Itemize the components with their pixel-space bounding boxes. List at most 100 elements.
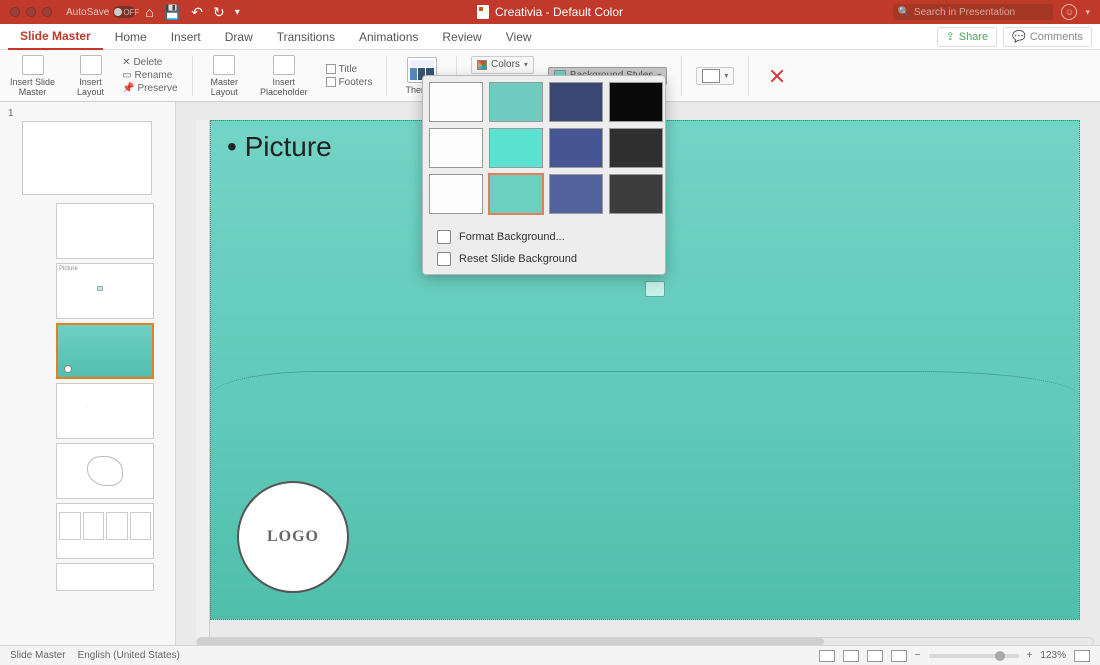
separator: [681, 56, 682, 96]
layout-thumbnail[interactable]: [56, 203, 154, 259]
bg-style-swatch[interactable]: [489, 128, 543, 168]
bg-style-swatch[interactable]: [429, 174, 483, 214]
tab-slide-master[interactable]: Slide Master: [8, 24, 103, 50]
colors-dropdown[interactable]: Colors▾: [471, 56, 534, 74]
reset-background-item[interactable]: Reset Slide Background: [429, 248, 659, 270]
rename-icon: ▭: [122, 70, 131, 81]
delete-button[interactable]: ✕Delete: [122, 57, 177, 68]
tab-transitions[interactable]: Transitions: [265, 24, 347, 50]
delete-icon: ✕: [122, 57, 130, 68]
insert-placeholder-button[interactable]: Insert Placeholder: [256, 53, 312, 99]
layout-thumbnail[interactable]: [56, 563, 154, 591]
colors-icon: [477, 60, 487, 70]
insert-slide-master-button[interactable]: Insert Slide Master: [6, 53, 59, 99]
zoom-window-button[interactable]: [42, 7, 52, 17]
tab-insert[interactable]: Insert: [159, 24, 213, 50]
slideshow-view-button[interactable]: [891, 650, 907, 662]
background-styles-popup: Format Background... Reset Slide Backgro…: [422, 75, 666, 275]
bg-style-swatch[interactable]: [609, 82, 663, 122]
search-input[interactable]: [914, 7, 1050, 18]
vertical-ruler: [196, 120, 210, 646]
normal-view-button[interactable]: [819, 650, 835, 662]
preserve-icon: 📌: [122, 83, 134, 94]
insert-layout-button[interactable]: Insert Layout: [73, 53, 108, 99]
logo-placeholder[interactable]: LOGO: [237, 481, 349, 593]
master-number: 1: [8, 108, 167, 119]
qat-more-icon[interactable]: ▾: [235, 7, 240, 18]
bg-style-swatch[interactable]: [609, 174, 663, 214]
layout-thumbnail-selected[interactable]: [56, 323, 154, 379]
rename-button[interactable]: ▭Rename: [122, 70, 177, 81]
master-layout-button[interactable]: Master Layout: [207, 53, 243, 99]
bg-style-swatch-selected[interactable]: [489, 174, 543, 214]
tab-review[interactable]: Review: [430, 24, 493, 50]
zoom-slider[interactable]: [929, 654, 1019, 658]
bg-style-swatch[interactable]: [489, 82, 543, 122]
separator: [386, 56, 387, 96]
tab-animations[interactable]: Animations: [347, 24, 430, 50]
format-background-item[interactable]: Format Background...: [429, 226, 659, 248]
reading-view-button[interactable]: [867, 650, 883, 662]
layout-thumbnail[interactable]: [56, 443, 154, 499]
image-placeholder-icon[interactable]: [645, 281, 665, 297]
layout-thumbnail[interactable]: [56, 503, 154, 559]
redo-icon[interactable]: ↻: [213, 4, 225, 21]
bg-style-swatch[interactable]: [609, 128, 663, 168]
quick-access-toolbar: ⌂ 💾 ↶ ↻ ▾: [145, 4, 239, 21]
preserve-button[interactable]: 📌Preserve: [122, 83, 177, 94]
title-checkbox[interactable]: Title: [326, 64, 373, 75]
popup-menu: Format Background... Reset Slide Backgro…: [429, 222, 659, 270]
layout-thumbnail[interactable]: [56, 383, 154, 439]
minimize-window-button[interactable]: [26, 7, 36, 17]
swatch-grid: [429, 82, 659, 214]
share-icon: ⇪: [946, 30, 955, 43]
edit-group: ✕Delete ▭Rename 📌Preserve: [122, 57, 177, 94]
slide-size-icon: [702, 69, 720, 83]
checkbox-icon: [326, 77, 336, 87]
checkbox-icon: [326, 64, 336, 74]
zoom-out-button[interactable]: −: [915, 650, 921, 661]
master-thumbnail[interactable]: [22, 121, 152, 195]
zoom-in-button[interactable]: +: [1027, 650, 1033, 661]
autosave-toggle[interactable]: AutoSave OFF: [66, 6, 135, 18]
tab-home[interactable]: Home: [103, 24, 159, 50]
tab-view[interactable]: View: [494, 24, 544, 50]
comments-button[interactable]: 💬Comments: [1003, 27, 1092, 47]
tab-draw[interactable]: Draw: [213, 24, 265, 50]
status-bar: Slide Master English (United States) − +…: [0, 645, 1100, 665]
user-account-button[interactable]: ☺: [1061, 4, 1077, 20]
home-icon[interactable]: ⌂: [145, 4, 153, 20]
slide-master-icon: [22, 55, 44, 75]
placeholder-icon: [273, 55, 295, 75]
bg-style-swatch[interactable]: [429, 128, 483, 168]
title-placeholder[interactable]: Picture: [227, 131, 332, 163]
document-icon: [477, 5, 489, 19]
close-master-button[interactable]: [763, 64, 791, 88]
bg-style-swatch[interactable]: [549, 174, 603, 214]
search-box[interactable]: 🔍: [893, 4, 1053, 20]
share-button[interactable]: ⇪Share: [937, 27, 998, 47]
layout-icon: [80, 55, 102, 75]
toggle-icon: OFF: [113, 6, 135, 18]
slide-size-dropdown[interactable]: ▾: [696, 67, 734, 85]
status-language[interactable]: English (United States): [78, 650, 180, 661]
reset-icon: [437, 252, 451, 266]
thumbnail-panel: 1 Picture: [0, 102, 176, 646]
undo-icon[interactable]: ↶: [191, 4, 203, 21]
layout-thumbnail[interactable]: Picture: [56, 263, 154, 319]
bg-style-swatch[interactable]: [549, 128, 603, 168]
traffic-lights: [10, 7, 52, 17]
bg-style-swatch[interactable]: [549, 82, 603, 122]
save-icon[interactable]: 💾: [164, 4, 181, 21]
close-window-button[interactable]: [10, 7, 20, 17]
zoom-level[interactable]: 123%: [1040, 650, 1066, 661]
chevron-down-icon: ▾: [524, 60, 528, 69]
close-icon: [767, 66, 787, 86]
bg-style-swatch[interactable]: [429, 82, 483, 122]
footers-checkbox[interactable]: Footers: [326, 77, 373, 88]
document-title: Creativia - Default Color: [477, 5, 623, 19]
sorter-view-button[interactable]: [843, 650, 859, 662]
fit-to-window-button[interactable]: [1074, 650, 1090, 662]
chevron-down-icon[interactable]: ▾: [1085, 7, 1090, 18]
master-layout-icon: [213, 55, 235, 75]
